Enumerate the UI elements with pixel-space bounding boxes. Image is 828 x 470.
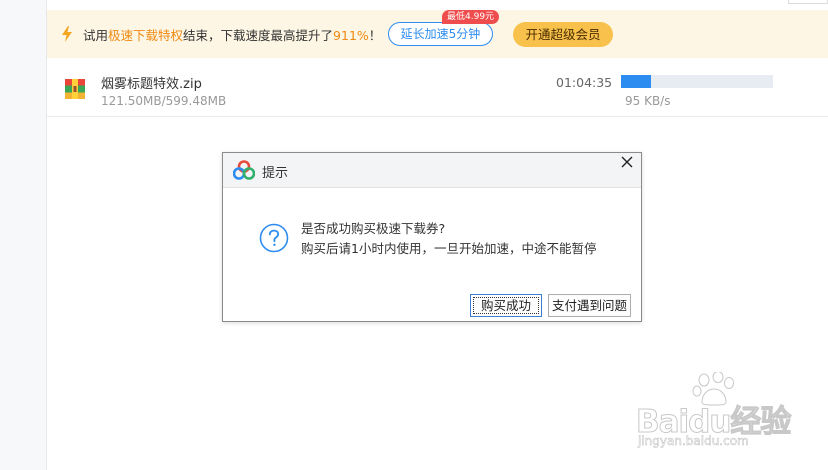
baidu-netdisk-logo bbox=[233, 160, 255, 180]
zip-archive-icon bbox=[65, 79, 85, 99]
dialog-message-line2: 购买后请1小时内使用，一旦开始加速，中途不能暂停 bbox=[301, 241, 597, 256]
baidu-jingyan-watermark: Baidu经验 jingyan.baidu.com bbox=[628, 372, 828, 470]
file-size-progress: 121.50MB/599.48MB bbox=[101, 94, 227, 108]
price-badge: 最低4.99元 bbox=[442, 10, 500, 24]
promo-text-prefix: 试用 bbox=[83, 27, 109, 43]
prompt-dialog: 提示 是否成功购买极速下载券? 购买后请1小时内使用，一旦开始加速，中途不能暂停… bbox=[222, 152, 642, 322]
download-progress-bar bbox=[621, 75, 773, 88]
watermark-url: jingyan.baidu.com bbox=[638, 434, 749, 449]
purchase-success-button[interactable]: 购买成功 bbox=[470, 294, 542, 317]
promo-message: 试用极速下载特权结束，下载速度最高提升了911%！ bbox=[83, 25, 381, 44]
promo-text-highlight: 极速下载特权 bbox=[108, 27, 184, 43]
top-strip bbox=[47, 0, 828, 10]
file-name: 烟雾标题特效.zip bbox=[101, 77, 202, 92]
dialog-body: 是否成功购买极速下载券? 购买后请1小时内使用，一旦开始加速，中途不能暂停 购买… bbox=[223, 189, 641, 321]
download-row[interactable]: 烟雾标题特效.zip 121.50MB/599.48MB 01:04:35 95… bbox=[47, 59, 828, 117]
dialog-titlebar[interactable]: 提示 bbox=[223, 153, 641, 188]
download-progress-fill bbox=[621, 75, 652, 88]
question-circle-icon bbox=[259, 223, 289, 253]
promo-text-percent: 911% bbox=[333, 27, 369, 43]
promo-bar: 试用极速下载特权结束，下载速度最高提升了911%！ 延长加速5分钟 最低4.99… bbox=[47, 10, 828, 58]
open-super-vip-button[interactable]: 开通超级会员 bbox=[513, 22, 613, 47]
promo-text-mid: 结束，下载速度最高提升了 bbox=[183, 27, 334, 43]
promo-text-suffix: ！ bbox=[368, 27, 382, 43]
left-sidebar bbox=[0, 0, 47, 470]
extend-speedup-button[interactable]: 延长加速5分钟 bbox=[388, 22, 493, 46]
lightning-icon bbox=[62, 26, 72, 42]
close-icon[interactable] bbox=[619, 154, 635, 170]
time-remaining: 01:04:35 bbox=[556, 75, 613, 90]
top-strip-box bbox=[788, 0, 828, 4]
download-speed: 95 KB/s bbox=[625, 94, 671, 108]
dialog-title: 提示 bbox=[262, 166, 289, 181]
dialog-message-line1: 是否成功购买极速下载券? bbox=[301, 221, 446, 236]
payment-problem-button[interactable]: 支付遇到问题 bbox=[548, 294, 631, 317]
